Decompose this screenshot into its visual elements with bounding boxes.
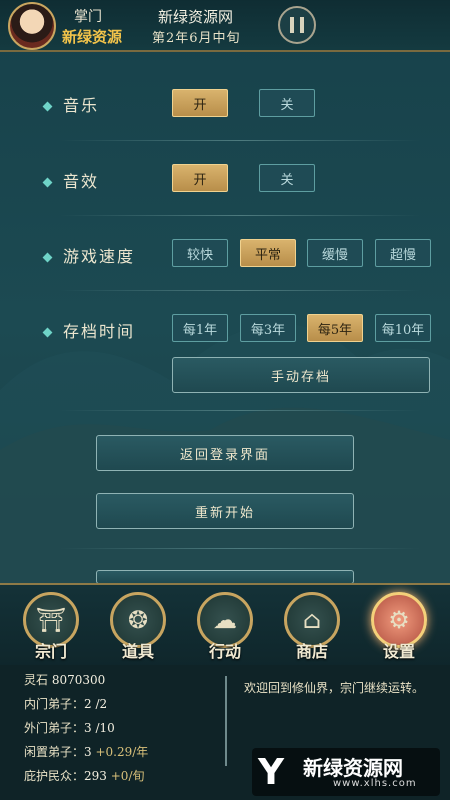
divider <box>60 290 420 291</box>
nav-sect-label: 宗门 <box>34 642 67 661</box>
pause-button[interactable] <box>278 6 316 44</box>
divider <box>60 215 420 216</box>
speed-normal-button[interactable]: 平常 <box>240 239 296 267</box>
save-interval-label: 存档时间 <box>42 318 135 342</box>
music-label: 音乐 <box>42 92 99 116</box>
brand-title: 新绿资源网 <box>158 8 234 26</box>
nav-settings[interactable]: ⚙ 设置 <box>368 592 430 661</box>
music-off-button[interactable]: 关 <box>259 89 315 117</box>
player-avatar[interactable] <box>8 2 56 50</box>
return-login-button[interactable]: 返回登录界面 <box>96 435 354 471</box>
spirit-stone-row: 灵石 8070300 <box>24 673 106 687</box>
mountain-background <box>0 323 450 600</box>
nav-items[interactable]: ❂ 道具 <box>107 592 169 661</box>
watermark-title: 新绿资源网 <box>303 756 403 780</box>
divider <box>60 140 420 141</box>
divider <box>60 410 420 411</box>
sect-name: 新绿资源 <box>62 28 123 46</box>
save-3-year-button[interactable]: 每3年 <box>240 314 296 342</box>
welcome-message: 欢迎回到修仙界，宗门继续运转。 <box>244 681 425 695</box>
music-on-button[interactable]: 开 <box>172 89 228 117</box>
nav-settings-label: 设置 <box>382 642 415 661</box>
speed-fast-button[interactable]: 较快 <box>172 239 228 267</box>
manual-save-button[interactable]: 手动存档 <box>172 357 430 393</box>
watermark-logo-icon: Y <box>258 752 285 793</box>
idle-disciples-row: 闲置弟子：3 +0.29/年 <box>24 745 149 759</box>
diamond-icon <box>42 327 53 338</box>
stats-block: 灵石 8070300 内门弟子：2 /2 外门弟子：3 /10 闲置弟子：3 +… <box>24 668 148 788</box>
sound-on-button[interactable]: 开 <box>172 164 228 192</box>
sound-off-button[interactable]: 关 <box>259 164 315 192</box>
protected-people-row: 庇护民众：293 +0/旬 <box>24 769 145 783</box>
divider <box>225 676 227 766</box>
sound-label: 音效 <box>42 168 99 192</box>
nav-action[interactable]: ☁ 行动 <box>194 592 256 661</box>
nav-action-label: 行动 <box>208 642 241 661</box>
restart-button[interactable]: 重新开始 <box>96 493 354 529</box>
diamond-icon <box>42 177 53 188</box>
save-10-year-button[interactable]: 每10年 <box>375 314 431 342</box>
divider <box>60 548 420 549</box>
watermark-url: www.xlhs.com <box>333 778 417 789</box>
speed-label: 游戏速度 <box>42 243 135 267</box>
outer-disciples-row: 外门弟子：3 /10 <box>24 721 115 735</box>
pause-icon <box>290 17 294 33</box>
speed-slow-button[interactable]: 缓慢 <box>307 239 363 267</box>
save-5-year-button[interactable]: 每5年 <box>307 314 363 342</box>
save-1-year-button[interactable]: 每1年 <box>172 314 228 342</box>
partial-button[interactable] <box>96 570 354 584</box>
speed-very-slow-button[interactable]: 超慢 <box>375 239 431 267</box>
diamond-icon <box>42 252 53 263</box>
pause-icon <box>300 17 304 33</box>
nav-shop[interactable]: ⌂ 商店 <box>281 592 343 661</box>
nav-shop-label: 商店 <box>295 642 328 661</box>
diamond-icon <box>42 101 53 112</box>
nav-items-label: 道具 <box>121 642 154 661</box>
nav-sect[interactable]: ⛩ 宗门 <box>20 592 82 661</box>
inner-disciples-row: 内门弟子：2 /2 <box>24 697 108 711</box>
player-role: 掌门 <box>74 9 102 25</box>
game-date: 第2年6月中旬 <box>152 31 241 46</box>
